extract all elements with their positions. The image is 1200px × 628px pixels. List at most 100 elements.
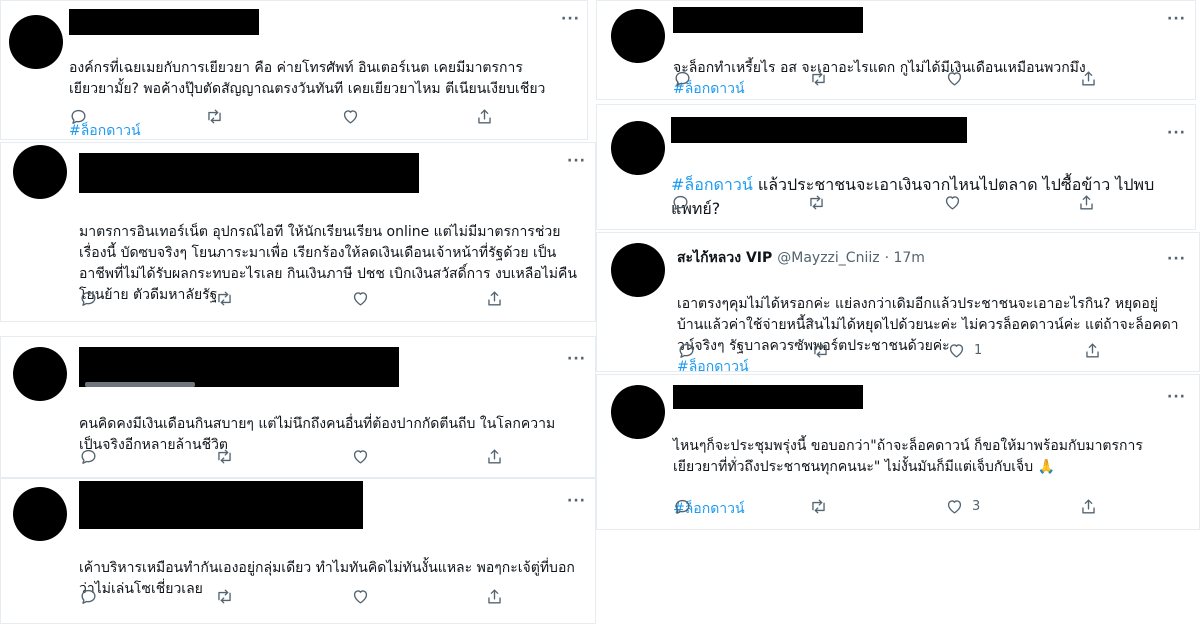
tweet-card[interactable]: ··· เค้าบริหารเหมือนทำกันเองอยู่กลุ่มเดี…	[0, 478, 596, 624]
reply-button[interactable]	[671, 193, 690, 212]
share-icon	[1082, 71, 1095, 86]
reply-button[interactable]	[69, 107, 88, 126]
more-icon[interactable]: ···	[567, 351, 586, 367]
avatar[interactable]	[9, 15, 63, 69]
heart-icon	[353, 450, 368, 464]
retweet-icon	[218, 589, 231, 604]
reply-icon	[81, 589, 96, 604]
redacted-username	[79, 481, 363, 529]
reply-button[interactable]	[79, 289, 98, 308]
display-name[interactable]: สะไก้หลวง VIP	[677, 247, 772, 269]
more-icon[interactable]: ···	[567, 493, 586, 509]
like-button[interactable]: 3	[945, 497, 980, 516]
like-button[interactable]	[351, 447, 370, 466]
reply-button[interactable]	[673, 69, 692, 88]
redacted-username	[69, 9, 259, 35]
tweet-card[interactable]: ··· ไหนๆก็จะประชุมพรุ่งนี้ ขอบอกว่า"ถ้าจ…	[596, 374, 1200, 530]
reply-icon	[81, 291, 96, 306]
retweet-button[interactable]	[205, 107, 224, 126]
reply-button[interactable]	[79, 587, 98, 606]
tweet-card[interactable]: ··· มาตรการอินเทอร์เน็ต อุปกรณ์ไอที ให้น…	[0, 142, 596, 322]
heart-icon	[947, 500, 962, 514]
like-button[interactable]	[351, 587, 370, 606]
like-button[interactable]	[943, 193, 962, 212]
avatar[interactable]	[611, 121, 665, 175]
tweet-actions	[79, 289, 579, 311]
heart-icon	[947, 72, 962, 86]
redacted-username	[673, 385, 863, 409]
tweet-actions	[671, 193, 1171, 215]
like-button[interactable]	[351, 289, 370, 308]
tweet-card[interactable]: ··· องค์กรที่เฉยเมยกับการเยียวยา คือ ค่า…	[0, 0, 588, 140]
user-handle[interactable]: @Mayzzi_Cniiz	[777, 250, 879, 266]
heart-icon	[353, 292, 368, 306]
like-button[interactable]: 1	[947, 341, 982, 360]
tweet-card[interactable]: ··· #ล็อกดาวน์ แล้วประชาชนจะเอาเงินจากไห…	[596, 104, 1196, 230]
share-button[interactable]	[1077, 193, 1096, 212]
retweet-icon	[812, 71, 825, 86]
share-icon	[1082, 499, 1095, 514]
tweet-card[interactable]: สะไก้หลวง VIP @Mayzzi_Cniiz · 17m ··· เอ…	[596, 232, 1200, 375]
like-button[interactable]	[945, 69, 964, 88]
retweet-icon	[814, 343, 827, 358]
more-icon[interactable]: ···	[1167, 251, 1186, 267]
share-button[interactable]	[1083, 341, 1102, 360]
reply-icon	[675, 499, 690, 514]
tweet-card[interactable]: ··· จะล็อกทำเหรี้ยไร อส จะเอาอะไรแดก กูไ…	[596, 0, 1196, 100]
tweet-actions	[673, 69, 1173, 91]
tweet-body: องค์กรที่เฉยเมยกับการเยียวยา คือ ค่ายโทร…	[69, 60, 546, 97]
redacted-username	[79, 153, 419, 193]
retweet-button[interactable]	[215, 447, 234, 466]
retweet-button[interactable]	[809, 69, 828, 88]
share-button[interactable]	[1079, 497, 1098, 516]
hashtag-link[interactable]: #ล็อกดาวน์	[671, 175, 753, 194]
retweet-button[interactable]	[811, 341, 830, 360]
redaction-remnant	[85, 382, 195, 387]
timestamp[interactable]: · 17m	[885, 250, 925, 266]
retweet-icon	[810, 195, 823, 210]
share-button[interactable]	[485, 447, 504, 466]
heart-icon	[949, 344, 964, 358]
retweet-icon	[218, 449, 231, 464]
heart-icon	[343, 110, 358, 124]
tweet-card[interactable]: ··· คนคิดคงมีเงินเดือนกินสบายๆ แต่ไม่นึก…	[0, 336, 596, 478]
reply-icon	[673, 195, 688, 210]
share-icon	[478, 109, 491, 124]
more-icon[interactable]: ···	[1167, 125, 1186, 141]
share-icon	[488, 449, 501, 464]
redacted-username	[671, 117, 967, 143]
reply-button[interactable]	[79, 447, 98, 466]
retweet-icon	[218, 291, 231, 306]
tweet-header: สะไก้หลวง VIP @Mayzzi_Cniiz · 17m	[677, 247, 925, 269]
reply-button[interactable]	[677, 341, 696, 360]
avatar[interactable]	[13, 487, 67, 541]
share-button[interactable]	[475, 107, 494, 126]
reply-button[interactable]	[673, 497, 692, 516]
heart-icon	[945, 196, 960, 210]
avatar[interactable]	[611, 385, 665, 439]
avatar[interactable]	[13, 145, 67, 199]
share-button[interactable]	[485, 289, 504, 308]
like-button[interactable]	[341, 107, 360, 126]
retweet-button[interactable]	[215, 587, 234, 606]
retweet-button[interactable]	[215, 289, 234, 308]
reply-icon	[675, 71, 690, 86]
like-count: 3	[972, 499, 981, 514]
more-icon[interactable]: ···	[567, 153, 586, 169]
tweet-body: ไหนๆก็จะประชุมพรุ่งนี้ ขอบอกว่า"ถ้าจะล็อ…	[673, 438, 1143, 475]
share-icon	[1086, 343, 1099, 358]
share-button[interactable]	[485, 587, 504, 606]
more-icon[interactable]: ···	[561, 11, 580, 27]
retweet-button[interactable]	[809, 497, 828, 516]
share-icon	[1080, 195, 1093, 210]
redacted-username	[79, 347, 399, 387]
share-button[interactable]	[1079, 69, 1098, 88]
retweet-button[interactable]	[807, 193, 826, 212]
more-icon[interactable]: ···	[1167, 389, 1186, 405]
retweet-icon	[812, 499, 825, 514]
more-icon[interactable]: ···	[1167, 11, 1186, 27]
avatar[interactable]	[13, 347, 67, 401]
avatar[interactable]	[611, 243, 665, 297]
avatar[interactable]	[611, 9, 665, 63]
tweet-actions	[69, 107, 569, 129]
